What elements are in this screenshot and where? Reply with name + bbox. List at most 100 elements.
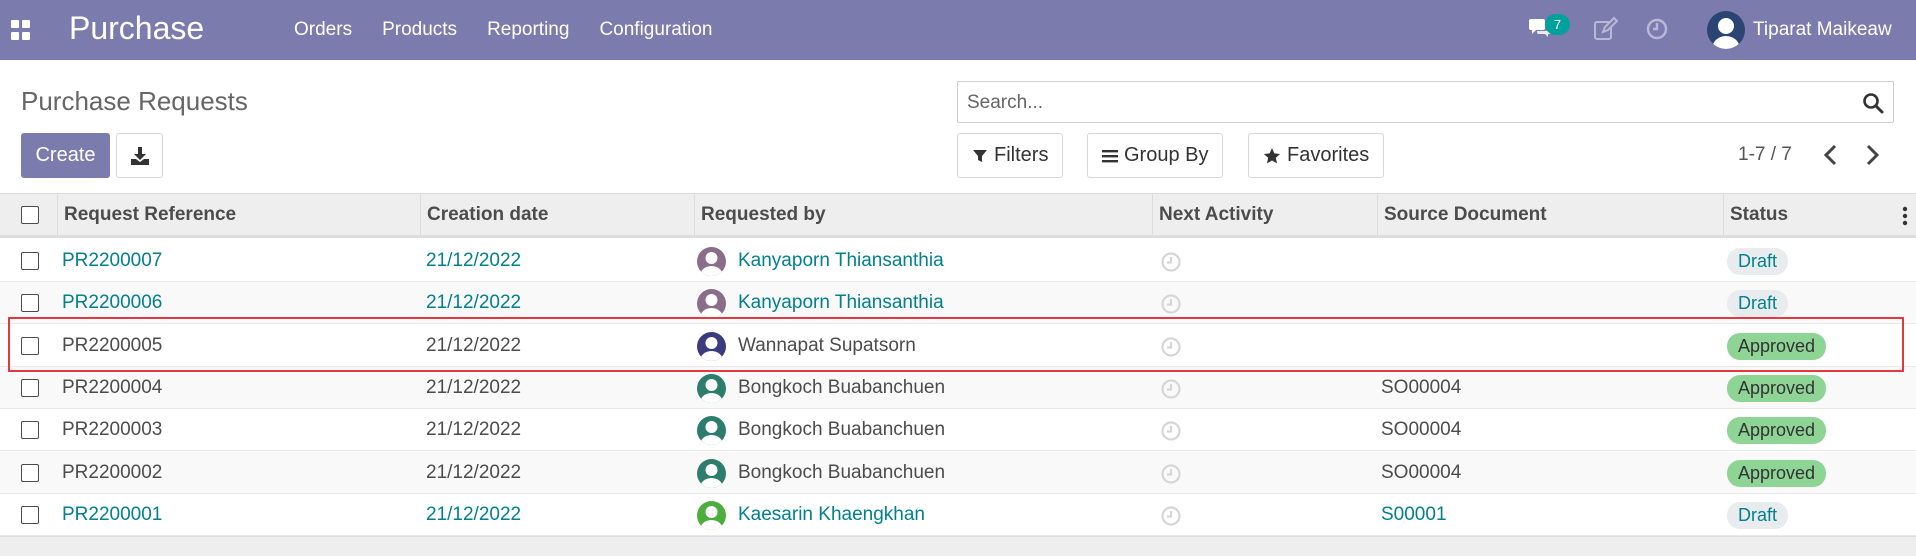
chevron-left-icon[interactable]	[1818, 141, 1844, 169]
requested-by-cell[interactable]: Bongkoch Buabanchuen	[738, 367, 945, 409]
requester-avatar	[697, 416, 726, 446]
main-menu: Orders Products Reporting Configuration	[294, 19, 742, 41]
activity-clock-icon[interactable]	[1645, 17, 1669, 41]
status-badge: Approved	[1727, 374, 1827, 402]
status-badge: Approved	[1727, 417, 1827, 445]
favorites-label: Favorites	[1287, 144, 1370, 166]
group-by-button[interactable]: Group By	[1087, 133, 1224, 178]
filter-icon	[973, 149, 987, 162]
activity-clock-icon[interactable]	[1160, 251, 1182, 273]
user-name[interactable]: Tiparat Maikeaw	[1753, 19, 1892, 41]
status-badge: Approved	[1727, 332, 1827, 360]
requester-avatar	[697, 289, 726, 319]
status-badge: Draft	[1727, 290, 1789, 318]
menu-item-orders[interactable]: Orders	[294, 19, 352, 41]
optional-columns-icon[interactable]	[1902, 206, 1908, 226]
requested-by-cell[interactable]: Bongkoch Buabanchuen	[738, 409, 945, 451]
table-row[interactable]: PR2200002 21/12/2022 Bongkoch Buabanchuen S…	[0, 451, 1916, 494]
table-row[interactable]: PR2200003 21/12/2022 Bongkoch Buabanchuen S…	[0, 409, 1916, 452]
creation-date-cell[interactable]: 21/12/2022	[426, 325, 521, 367]
table-row[interactable]: PR2200005 21/12/2022 Wannapat Supatsorn App…	[0, 324, 1916, 367]
table-row[interactable]: PR2200006 21/12/2022 Kanyaporn Thiansanthi…	[0, 282, 1916, 325]
download-button[interactable]	[116, 133, 163, 178]
column-next-activity[interactable]: Next Activity	[1152, 194, 1377, 236]
row-checkbox[interactable]	[21, 294, 39, 313]
source-document-cell[interactable]: SO00004	[1381, 452, 1461, 494]
activity-clock-icon[interactable]	[1160, 378, 1182, 400]
creation-date-cell[interactable]: 21/12/2022	[426, 367, 521, 409]
request-reference-cell[interactable]: PR2200001	[62, 494, 162, 536]
menu-item-products[interactable]: Products	[382, 19, 457, 41]
list-footer	[0, 536, 1916, 556]
activity-clock-icon[interactable]	[1160, 420, 1182, 442]
row-checkbox[interactable]	[21, 505, 39, 524]
apps-menu-icon[interactable]	[11, 20, 31, 40]
edit-icon[interactable]	[1593, 16, 1619, 42]
request-reference-cell[interactable]: PR2200003	[62, 409, 162, 451]
creation-date-cell[interactable]: 21/12/2022	[426, 494, 521, 536]
activity-clock-icon[interactable]	[1160, 463, 1182, 485]
requester-avatar	[697, 247, 726, 276]
requester-avatar	[697, 331, 726, 361]
requester-avatar	[697, 373, 726, 403]
requested-by-cell[interactable]: Kanyaporn Thiansanthia	[738, 240, 944, 282]
list-header: Request Reference Creation date Requeste…	[0, 193, 1916, 238]
table-row[interactable]: PR2200004 21/12/2022 Bongkoch Buabanchuen S…	[0, 366, 1916, 409]
filters-button[interactable]: Filters	[957, 133, 1064, 178]
search-box	[957, 81, 1894, 123]
creation-date-cell[interactable]: 21/12/2022	[426, 409, 521, 451]
column-status[interactable]: Status	[1723, 194, 1893, 236]
creation-date-cell[interactable]: 21/12/2022	[426, 282, 521, 324]
row-checkbox[interactable]	[21, 336, 39, 355]
activity-clock-icon[interactable]	[1160, 293, 1182, 315]
chat-count-badge: 7	[1545, 14, 1570, 35]
chevron-right-icon[interactable]	[1859, 141, 1885, 169]
table-row[interactable]: PR2200007 21/12/2022 Kanyaporn Thiansanthi…	[0, 240, 1916, 282]
request-reference-cell[interactable]: PR2200002	[62, 452, 162, 494]
select-all-checkbox[interactable]	[21, 206, 39, 224]
requested-by-cell[interactable]: Kanyaporn Thiansanthia	[738, 282, 944, 324]
column-creation-date[interactable]: Creation date	[420, 194, 694, 236]
pager-value[interactable]: 1-7 / 7	[1738, 144, 1792, 166]
user-avatar[interactable]	[1707, 11, 1745, 49]
status-badge: Draft	[1727, 501, 1789, 529]
row-checkbox[interactable]	[21, 378, 39, 397]
creation-date-cell[interactable]: 21/12/2022	[426, 452, 521, 494]
row-checkbox[interactable]	[21, 463, 39, 482]
star-icon	[1263, 147, 1281, 163]
filters-label: Filters	[994, 144, 1049, 166]
activity-clock-icon[interactable]	[1160, 505, 1182, 527]
activity-clock-icon[interactable]	[1160, 336, 1182, 358]
request-reference-cell[interactable]: PR2200005	[62, 325, 162, 367]
request-reference-cell[interactable]: PR2200007	[62, 240, 162, 282]
top-navbar: Purchase Orders Products Reporting Confi…	[0, 0, 1916, 60]
app-brand[interactable]: Purchase	[69, 10, 204, 47]
source-document-cell[interactable]: S00001	[1381, 494, 1447, 536]
source-document-cell[interactable]: SO00004	[1381, 367, 1461, 409]
request-reference-cell[interactable]: PR2200006	[62, 282, 162, 324]
request-reference-cell[interactable]: PR2200004	[62, 367, 162, 409]
requester-avatar	[697, 458, 726, 488]
source-document-cell[interactable]: SO00004	[1381, 409, 1461, 451]
list-bars-icon	[1102, 149, 1118, 162]
table-row[interactable]: PR2200001 21/12/2022 Kaesarin Khaengkhan S0…	[0, 493, 1916, 536]
status-badge: Approved	[1727, 459, 1827, 487]
favorites-button[interactable]: Favorites	[1248, 133, 1385, 178]
status-badge: Draft	[1727, 248, 1789, 275]
row-checkbox[interactable]	[21, 421, 39, 440]
column-request-reference[interactable]: Request Reference	[57, 194, 420, 236]
requested-by-cell[interactable]: Wannapat Supatsorn	[738, 325, 916, 367]
search-icon[interactable]	[1861, 91, 1885, 115]
page-title: Purchase Requests	[21, 86, 248, 116]
search-input[interactable]	[967, 90, 1847, 116]
create-button[interactable]: Create	[21, 133, 110, 178]
row-checkbox[interactable]	[21, 252, 39, 270]
requested-by-cell[interactable]: Kaesarin Khaengkhan	[738, 494, 925, 536]
column-source-document[interactable]: Source Document	[1377, 194, 1723, 236]
requested-by-cell[interactable]: Bongkoch Buabanchuen	[738, 452, 945, 494]
requester-avatar	[697, 500, 726, 530]
column-requested-by[interactable]: Requested by	[694, 194, 1152, 236]
creation-date-cell[interactable]: 21/12/2022	[426, 240, 521, 282]
menu-item-reporting[interactable]: Reporting	[487, 19, 569, 41]
menu-item-configuration[interactable]: Configuration	[599, 19, 712, 41]
